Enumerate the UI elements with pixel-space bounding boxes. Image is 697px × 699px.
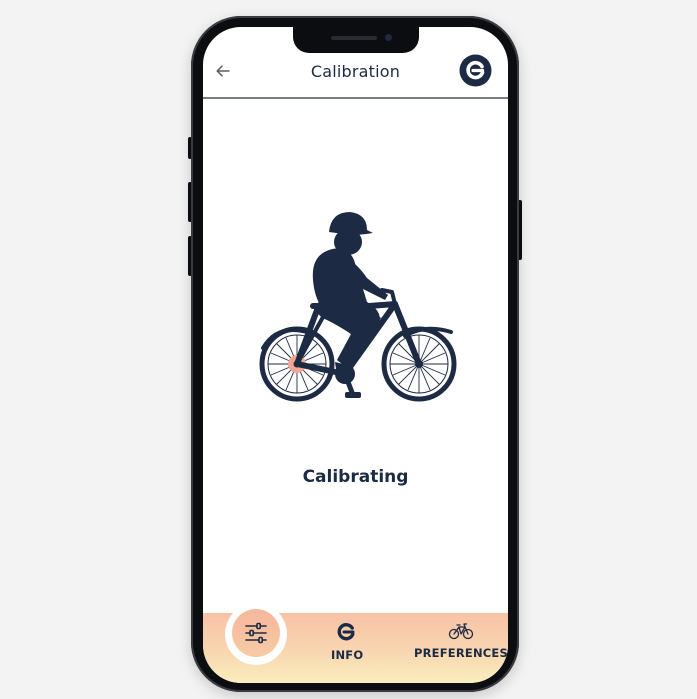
nav-settings-button[interactable]: [232, 609, 280, 657]
bottom-nav: INFO PREFERENCES: [203, 603, 508, 683]
brand-logo-icon: [459, 54, 492, 87]
nav-item-preferences[interactable]: PREFERENCES: [414, 621, 508, 660]
phone-notch: [293, 27, 419, 53]
nav-item-info-label: INFO: [331, 648, 364, 662]
app-screen: Calibration Calibrating INFO PREFERENCES: [203, 27, 508, 683]
bike-icon: [448, 623, 474, 640]
brand-logo-button[interactable]: [459, 54, 492, 87]
camera-lens: [385, 34, 392, 41]
app-header: Calibration: [203, 53, 508, 99]
nav-item-info[interactable]: INFO: [331, 621, 363, 662]
cyclist-on-bike-icon: [259, 212, 457, 402]
speaker-grille: [331, 36, 377, 40]
sliders-icon: [245, 622, 267, 644]
nav-item-preferences-label: PREFERENCES: [414, 646, 508, 660]
brand-logo-icon: [337, 623, 355, 641]
stage: Calibration Calibrating INFO PREFERENCES: [0, 0, 697, 699]
calibration-status: Calibrating: [302, 467, 409, 487]
